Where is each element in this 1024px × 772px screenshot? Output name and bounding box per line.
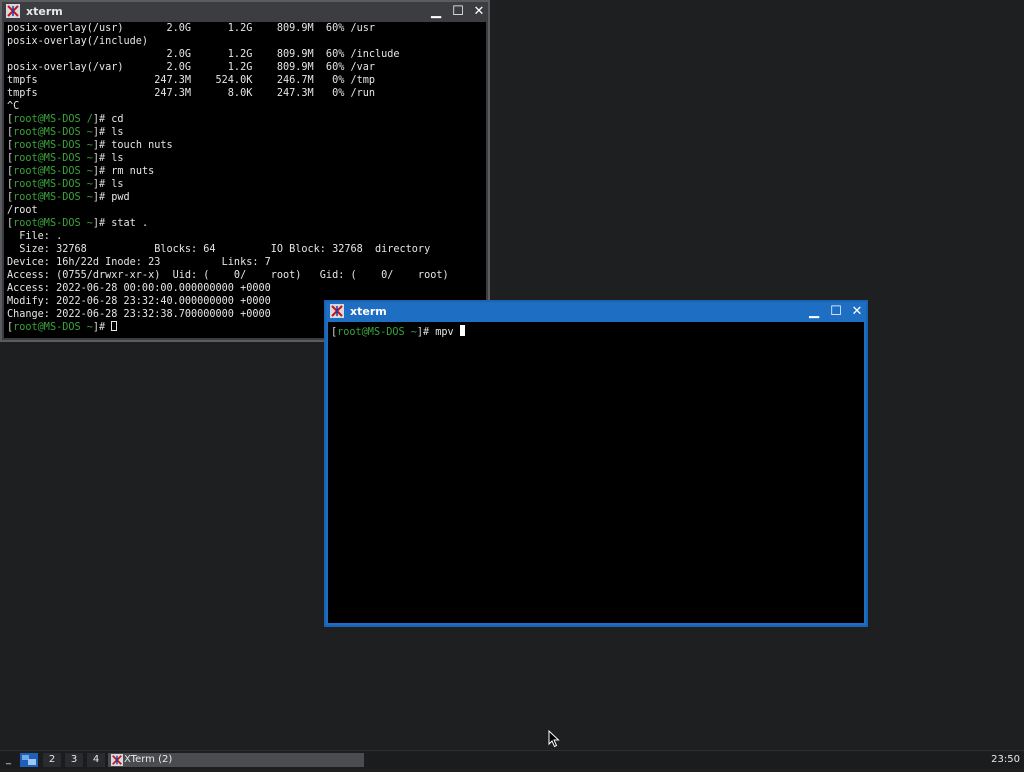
shell-command: mpv <box>435 327 460 338</box>
terminal-line: [root@MS-DOS ~]# rm nuts <box>7 165 486 178</box>
terminal-line: tmpfs 247.3M 524.0K 246.7M 0% /tmp <box>7 75 376 86</box>
close-icon[interactable]: ✕ <box>471 4 487 20</box>
window-title: xterm <box>26 5 63 18</box>
terminal-line: File: . <box>7 231 63 242</box>
shell-command: pwd <box>111 192 130 203</box>
terminal-line: [root@MS-DOS ~]# ls <box>7 152 486 165</box>
terminal-line: [root@MS-DOS ~]# ls <box>7 178 486 191</box>
shell-prompt: [root@MS-DOS ~]# <box>7 179 112 190</box>
terminal-output: [root@MS-DOS ~]# mpv <box>328 322 864 339</box>
maximize-icon[interactable]: ☐ <box>450 4 466 20</box>
mouse-pointer-icon <box>548 730 560 748</box>
shell-prompt: [root@MS-DOS ~]# <box>7 153 112 164</box>
titlebar-back[interactable]: xterm ▁ ☐ ✕ <box>2 2 488 22</box>
window-title: xterm <box>350 305 387 318</box>
terminal-line: posix-overlay(/usr) 2.0G 1.2G 809.9M 60%… <box>7 23 376 34</box>
xterm-icon <box>111 754 123 766</box>
shell-prompt: [root@MS-DOS ~]# <box>7 127 112 138</box>
shell-prompt: [root@MS-DOS ~]# <box>7 140 112 151</box>
shell-prompt: [root@MS-DOS /]# <box>7 114 112 125</box>
show-desktop-icon[interactable]: _ <box>6 753 11 767</box>
shell-command: cd <box>111 114 124 125</box>
close-icon[interactable]: ✕ <box>849 304 865 320</box>
terminal-line: Device: 16h/22d Inode: 23 Links: 7 <box>7 257 271 268</box>
xterm-window-back[interactable]: xterm ▁ ☐ ✕ posix-overlay(/usr) 2.0G 1.2… <box>0 0 490 342</box>
terminal-line: posix-overlay(/var) 2.0G 1.2G 809.9M 60%… <box>7 62 376 73</box>
shell-prompt: [root@MS-DOS ~]# <box>7 166 112 177</box>
shell-command: ls <box>111 179 124 190</box>
terminal-line: ^C <box>7 101 20 112</box>
shell-command: rm nuts <box>111 166 155 177</box>
task-label: XTerm (2) <box>124 754 173 765</box>
shell-prompt: [root@MS-DOS ~]# <box>7 218 112 229</box>
text-cursor <box>459 325 465 336</box>
shell-command: stat . <box>111 218 149 229</box>
maximize-icon[interactable]: ☐ <box>828 304 844 320</box>
shell-prompt: [root@MS-DOS ~]# <box>331 327 436 338</box>
shell-prompt: [root@MS-DOS ~]# <box>7 192 112 203</box>
workspace-preview-icon <box>22 755 36 765</box>
workspace-4[interactable]: 4 <box>87 753 105 767</box>
xterm-window-front[interactable]: xterm ▁ ☐ ✕ [root@MS-DOS ~]# mpv <box>324 300 868 627</box>
terminal-line: [root@MS-DOS ~]# ls <box>7 126 486 139</box>
xterm-icon <box>6 4 20 18</box>
terminal-line: [root@MS-DOS ~]# stat . <box>7 217 486 230</box>
taskbar: _ 2 3 4 XTerm (2) 23:50 <box>0 750 1024 769</box>
terminal-line: posix-overlay(/include) <box>7 36 149 47</box>
taskbar-task-xterm[interactable]: XTerm (2) <box>108 753 364 767</box>
minimize-icon[interactable]: ▁ <box>428 4 444 20</box>
text-cursor <box>111 321 118 331</box>
terminal-line: Access: 2022-06-28 00:00:00.000000000 +0… <box>7 283 271 294</box>
terminal-line: [root@MS-DOS ~]# mpv <box>331 325 864 339</box>
workspace-3[interactable]: 3 <box>65 753 83 767</box>
terminal-line: [root@MS-DOS ~]# pwd <box>7 191 486 204</box>
terminal-line: [root@MS-DOS ~]# touch nuts <box>7 139 486 152</box>
titlebar-front[interactable]: xterm ▁ ☐ ✕ <box>326 302 866 322</box>
terminal-line: [root@MS-DOS /]# cd <box>7 113 486 126</box>
terminal-line: 2.0G 1.2G 809.9M 60% /include <box>7 49 400 60</box>
terminal-line: Access: (0755/drwxr-xr-x) Uid: ( 0/ root… <box>7 270 449 281</box>
workspace-2[interactable]: 2 <box>43 753 61 767</box>
workspace-1[interactable] <box>20 753 38 767</box>
terminal-area[interactable]: [root@MS-DOS ~]# mpv <box>328 322 864 623</box>
terminal-output: posix-overlay(/usr) 2.0G 1.2G 809.9M 60%… <box>4 22 486 334</box>
terminal-line: /root <box>7 205 38 216</box>
xterm-icon <box>330 304 344 318</box>
clock: 23:50 <box>991 754 1020 765</box>
minimize-icon[interactable]: ▁ <box>806 304 822 320</box>
shell-prompt: [root@MS-DOS ~]# <box>7 322 112 333</box>
terminal-line: Size: 32768 Blocks: 64 IO Block: 32768 d… <box>7 244 431 255</box>
terminal-line: tmpfs 247.3M 8.0K 247.3M 0% /run <box>7 88 376 99</box>
shell-command: ls <box>111 153 124 164</box>
shell-command: touch nuts <box>111 140 173 151</box>
shell-command: ls <box>111 127 124 138</box>
terminal-area[interactable]: posix-overlay(/usr) 2.0G 1.2G 809.9M 60%… <box>4 22 486 338</box>
